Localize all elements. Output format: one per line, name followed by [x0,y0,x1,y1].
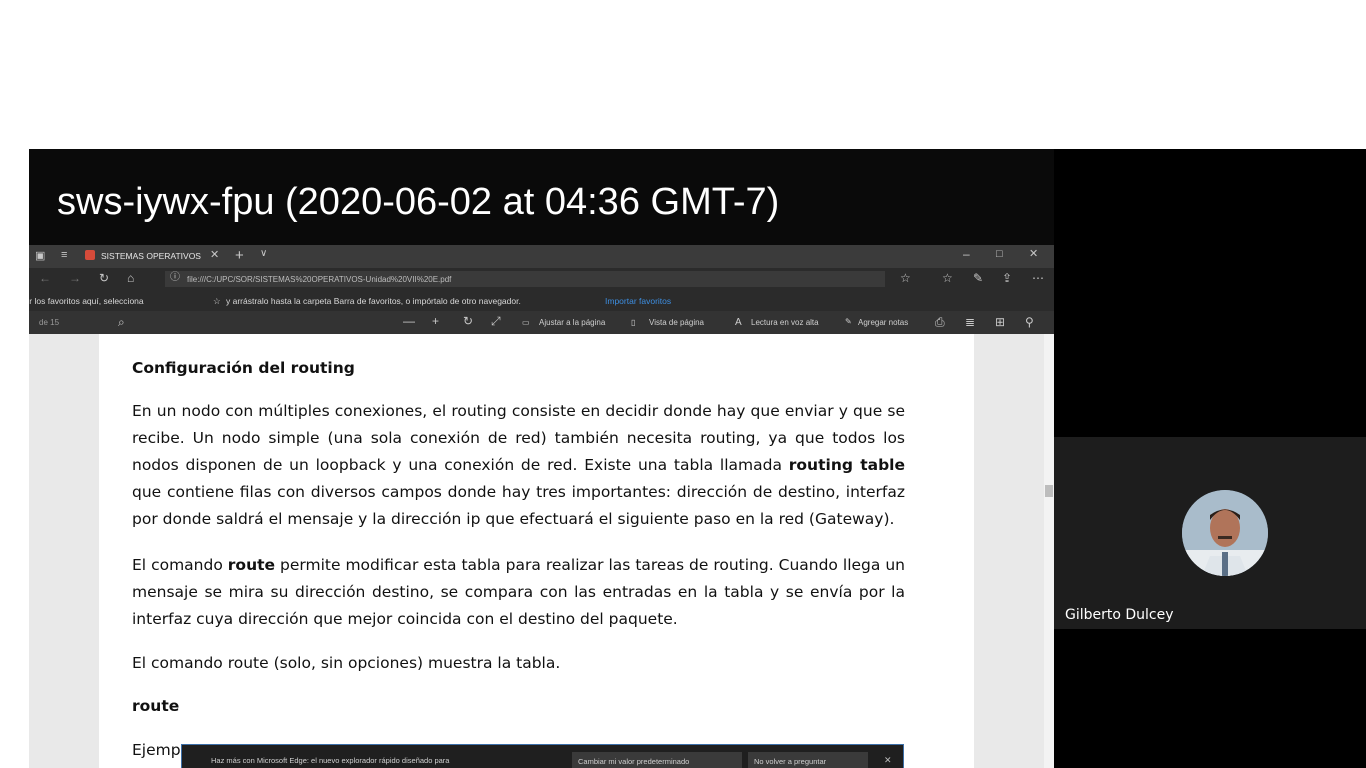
zoom-out-icon[interactable]: — [403,315,415,327]
save-icon[interactable]: ⊞ [995,316,1005,328]
rotate-icon[interactable]: ↻ [463,315,473,327]
pdf-toolbar: 5 de 15 ⌕ — + ↻ ⤢ ▭ Ajustar a la página … [29,311,1054,334]
example-label: Ejemp [132,741,181,759]
refresh-icon[interactable]: ↻ [99,272,109,284]
command-label: route [132,697,180,715]
participant-avatar [1182,490,1268,576]
close-banner-icon[interactable]: ✕ [884,755,892,766]
more-icon[interactable]: ⋯ [1032,272,1044,284]
pen-icon[interactable]: ✎ [973,272,983,284]
favorites-hint-star-icon: ☆ [213,296,221,306]
pin-icon[interactable]: ⚲ [1025,316,1034,328]
info-icon[interactable]: ⓘ [170,273,180,283]
minimize-icon[interactable]: – [963,248,970,260]
favorites-hint-cont: y arrástralo hasta la carpeta Barra de f… [226,296,521,306]
home-icon[interactable]: ⌂ [127,272,134,284]
star-icon[interactable]: ☆ [900,272,911,284]
edge-promo-banner: Haz más con Microsoft Edge: el nuevo exp… [181,744,904,768]
maximize-icon[interactable]: □ [996,249,1003,260]
section-heading: Configuración del routing [132,359,355,377]
page-view-icon[interactable]: ▯ [631,318,635,327]
address-bar-row: ← → ↻ ⌂ ⓘ file:///C:/UPC/SOR/SISTEMAS%20… [29,268,1054,290]
set-default-button[interactable]: Cambiar mi valor predeterminado [572,752,742,768]
close-window-icon[interactable]: ✕ [1029,249,1038,260]
pdf-page: Configuración del routing En un nodo con… [99,334,974,768]
fullscreen-icon[interactable]: ⤢ [491,315,501,327]
back-icon[interactable]: ← [39,272,51,284]
share-icon[interactable]: ⇪ [1002,272,1012,284]
shared-screen-browser: ▣ ≡ SISTEMAS OPERATIVOS ✕ + ∨ – □ ✕ ← → … [29,245,1054,768]
url-text[interactable]: file:///C:/UPC/SOR/SISTEMAS%20OPERATIVOS… [187,275,451,284]
paragraph-1-text-b: que contiene filas con diversos campos d… [132,483,905,528]
tab-title[interactable]: SISTEMAS OPERATIVOS [101,251,201,261]
fit-page-button[interactable]: Ajustar a la página [539,318,605,327]
favorites-icon[interactable]: ☆ [942,272,953,284]
meeting-title: sws-iywx-fpu (2020-06-02 at 04:36 GMT-7) [57,181,780,223]
scrollbar-track[interactable] [1044,334,1054,768]
close-tab-icon[interactable]: ✕ [210,250,219,261]
scrollbar-thumb[interactable] [1045,485,1053,497]
person-photo-icon [1182,490,1268,576]
paragraph-2: El comando route permite modificar esta … [132,552,905,633]
paragraph-1: En un nodo con múltiples conexiones, el … [132,398,905,533]
paragraph-2-bold: route [227,556,276,574]
print-icon[interactable]: ⎙ [935,316,945,328]
chevron-down-icon[interactable]: ∨ [260,249,267,259]
banner-text: Haz más con Microsoft Edge: el nuevo exp… [211,756,450,765]
read-aloud-button[interactable]: Lectura en voz alta [751,318,819,327]
new-tab-icon[interactable]: + [235,248,244,263]
paragraph-2-text-a: El comando [132,556,228,574]
dont-ask-label: No volver a preguntar [754,757,827,766]
paragraph-3: El comando route (solo, sin opciones) mu… [132,654,561,672]
set-default-label: Cambiar mi valor predeterminado [578,757,690,766]
forward-icon[interactable]: → [69,272,81,284]
favorites-bar: Para ver los favoritos aquí, selecciona … [29,290,1054,311]
page-view-button[interactable]: Vista de página [649,318,704,327]
favorites-hint: Para ver los favoritos aquí, selecciona [29,296,144,306]
add-notes-icon[interactable]: ✎ [845,317,852,326]
participant-name: Gilberto Dulcey [1065,607,1174,623]
address-field[interactable]: ⓘ file:///C:/UPC/SOR/SISTEMAS%20OPERATIV… [165,271,885,287]
tab-actions-icon[interactable]: ▣ [35,251,45,262]
tab-bar: ▣ ≡ SISTEMAS OPERATIVOS ✕ + ∨ – □ ✕ [29,245,1054,268]
read-aloud-icon[interactable]: A [735,317,742,328]
pdf-icon [85,250,95,260]
pdf-viewport: Configuración del routing En un nodo con… [29,334,1054,768]
tab-list-icon[interactable]: ≡ [61,250,67,261]
page-total: de 15 [39,318,60,327]
import-favorites-link[interactable]: Importar favoritos [605,296,671,306]
toc-icon[interactable]: ≣ [965,316,975,328]
paragraph-1-bold: routing table [788,456,905,474]
search-icon[interactable]: ⌕ [118,316,125,328]
fit-page-icon[interactable]: ▭ [522,318,530,327]
zoom-in-icon[interactable]: + [432,315,439,327]
add-notes-button[interactable]: Agregar notas [858,318,908,327]
dont-ask-button[interactable]: No volver a preguntar [748,752,868,768]
